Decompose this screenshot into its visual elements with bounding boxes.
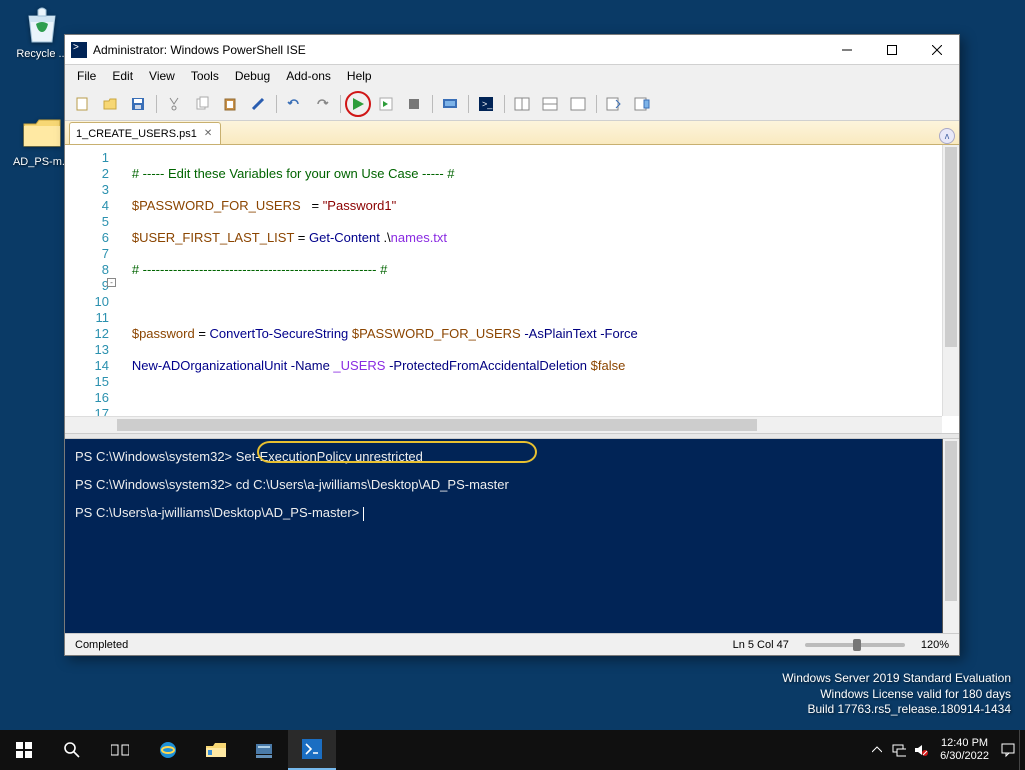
editor-horizontal-scrollbar[interactable] bbox=[65, 416, 942, 433]
open-button[interactable] bbox=[97, 91, 123, 117]
clock-date: 6/30/2022 bbox=[940, 750, 989, 763]
script-editor[interactable]: 123456789101112131415161718 - # ----- Ed… bbox=[65, 145, 959, 433]
run-selection-button[interactable] bbox=[373, 91, 399, 117]
toolbar: >_ bbox=[65, 87, 959, 121]
maximize-button[interactable] bbox=[869, 35, 914, 65]
powershell-tab-button[interactable]: >_ bbox=[473, 91, 499, 117]
separator bbox=[593, 91, 599, 117]
show-addon-button[interactable] bbox=[629, 91, 655, 117]
separator bbox=[337, 91, 343, 117]
volume-icon[interactable] bbox=[910, 730, 932, 770]
script-tab[interactable]: 1_CREATE_USERS.ps1 ✕ bbox=[69, 122, 221, 144]
explorer-taskbar-icon[interactable] bbox=[192, 730, 240, 770]
network-icon[interactable] bbox=[888, 730, 910, 770]
separator bbox=[153, 91, 159, 117]
menu-tools[interactable]: Tools bbox=[183, 67, 227, 85]
notifications-icon[interactable] bbox=[997, 730, 1019, 770]
editor-vertical-scrollbar[interactable] bbox=[942, 145, 959, 416]
window-title: Administrator: Windows PowerShell ISE bbox=[93, 43, 306, 57]
system-tray: 12:40 PM 6/30/2022 bbox=[866, 730, 1025, 770]
clock-time: 12:40 PM bbox=[940, 737, 989, 750]
task-view-button[interactable] bbox=[96, 730, 144, 770]
tray-chevron-icon[interactable] bbox=[866, 730, 888, 770]
cut-button[interactable] bbox=[161, 91, 187, 117]
taskbar: 12:40 PM 6/30/2022 bbox=[0, 730, 1025, 770]
powershell-ise-taskbar-icon[interactable] bbox=[288, 730, 336, 770]
app-icon bbox=[71, 42, 87, 58]
menu-edit[interactable]: Edit bbox=[104, 67, 141, 85]
layout-side-button[interactable] bbox=[509, 91, 535, 117]
undo-button[interactable] bbox=[281, 91, 307, 117]
stop-button[interactable] bbox=[401, 91, 427, 117]
menubar: File Edit View Tools Debug Add-ons Help bbox=[65, 65, 959, 87]
menu-debug[interactable]: Debug bbox=[227, 67, 278, 85]
show-command-button[interactable] bbox=[601, 91, 627, 117]
separator bbox=[501, 91, 507, 117]
powershell-ise-window: Administrator: Windows PowerShell ISE Fi… bbox=[64, 34, 960, 656]
svg-text:>_: >_ bbox=[482, 99, 493, 109]
remote-button[interactable] bbox=[437, 91, 463, 117]
tab-close-icon[interactable]: ✕ bbox=[202, 128, 214, 139]
zoom-level: 120% bbox=[921, 639, 949, 651]
tab-label: 1_CREATE_USERS.ps1 bbox=[76, 128, 197, 140]
minimize-button[interactable] bbox=[824, 35, 869, 65]
paste-button[interactable] bbox=[217, 91, 243, 117]
layout-max-button[interactable] bbox=[565, 91, 591, 117]
status-text: Completed bbox=[75, 639, 128, 651]
separator bbox=[273, 91, 279, 117]
statusbar: Completed Ln 5 Col 47 120% bbox=[65, 633, 959, 655]
code-area[interactable]: # ----- Edit these Variables for your ow… bbox=[117, 145, 959, 433]
tabstrip: 1_CREATE_USERS.ps1 ✕ ʌ bbox=[65, 121, 959, 145]
evaluation-watermark: Windows Server 2019 Standard Evaluation … bbox=[782, 671, 1011, 718]
collapse-script-button[interactable]: ʌ bbox=[939, 128, 955, 144]
line-number-gutter: 123456789101112131415161718 bbox=[65, 145, 117, 433]
run-annotation bbox=[345, 91, 371, 117]
search-button[interactable] bbox=[48, 730, 96, 770]
clear-button[interactable] bbox=[245, 91, 271, 117]
menu-addons[interactable]: Add-ons bbox=[278, 67, 339, 85]
clock[interactable]: 12:40 PM 6/30/2022 bbox=[932, 737, 997, 763]
menu-file[interactable]: File bbox=[69, 67, 104, 85]
command-annotation bbox=[257, 441, 537, 463]
zoom-slider[interactable] bbox=[805, 643, 905, 647]
menu-view[interactable]: View bbox=[141, 67, 183, 85]
menu-help[interactable]: Help bbox=[339, 67, 380, 85]
redo-button[interactable] bbox=[309, 91, 335, 117]
new-button[interactable] bbox=[69, 91, 95, 117]
copy-button[interactable] bbox=[189, 91, 215, 117]
layout-top-button[interactable] bbox=[537, 91, 563, 117]
separator bbox=[465, 91, 471, 117]
save-button[interactable] bbox=[125, 91, 151, 117]
separator bbox=[429, 91, 435, 117]
server-manager-taskbar-icon[interactable] bbox=[240, 730, 288, 770]
console-vertical-scrollbar[interactable] bbox=[942, 439, 959, 633]
console-pane[interactable]: PS C:\Windows\system32> Set-ExecutionPol… bbox=[65, 439, 959, 633]
show-desktop-button[interactable] bbox=[1019, 730, 1025, 770]
start-button[interactable] bbox=[0, 730, 48, 770]
titlebar[interactable]: Administrator: Windows PowerShell ISE bbox=[65, 35, 959, 65]
fold-toggle[interactable]: - bbox=[107, 278, 116, 287]
close-button[interactable] bbox=[914, 35, 959, 65]
cursor-position: Ln 5 Col 47 bbox=[733, 639, 789, 651]
ie-taskbar-icon[interactable] bbox=[144, 730, 192, 770]
